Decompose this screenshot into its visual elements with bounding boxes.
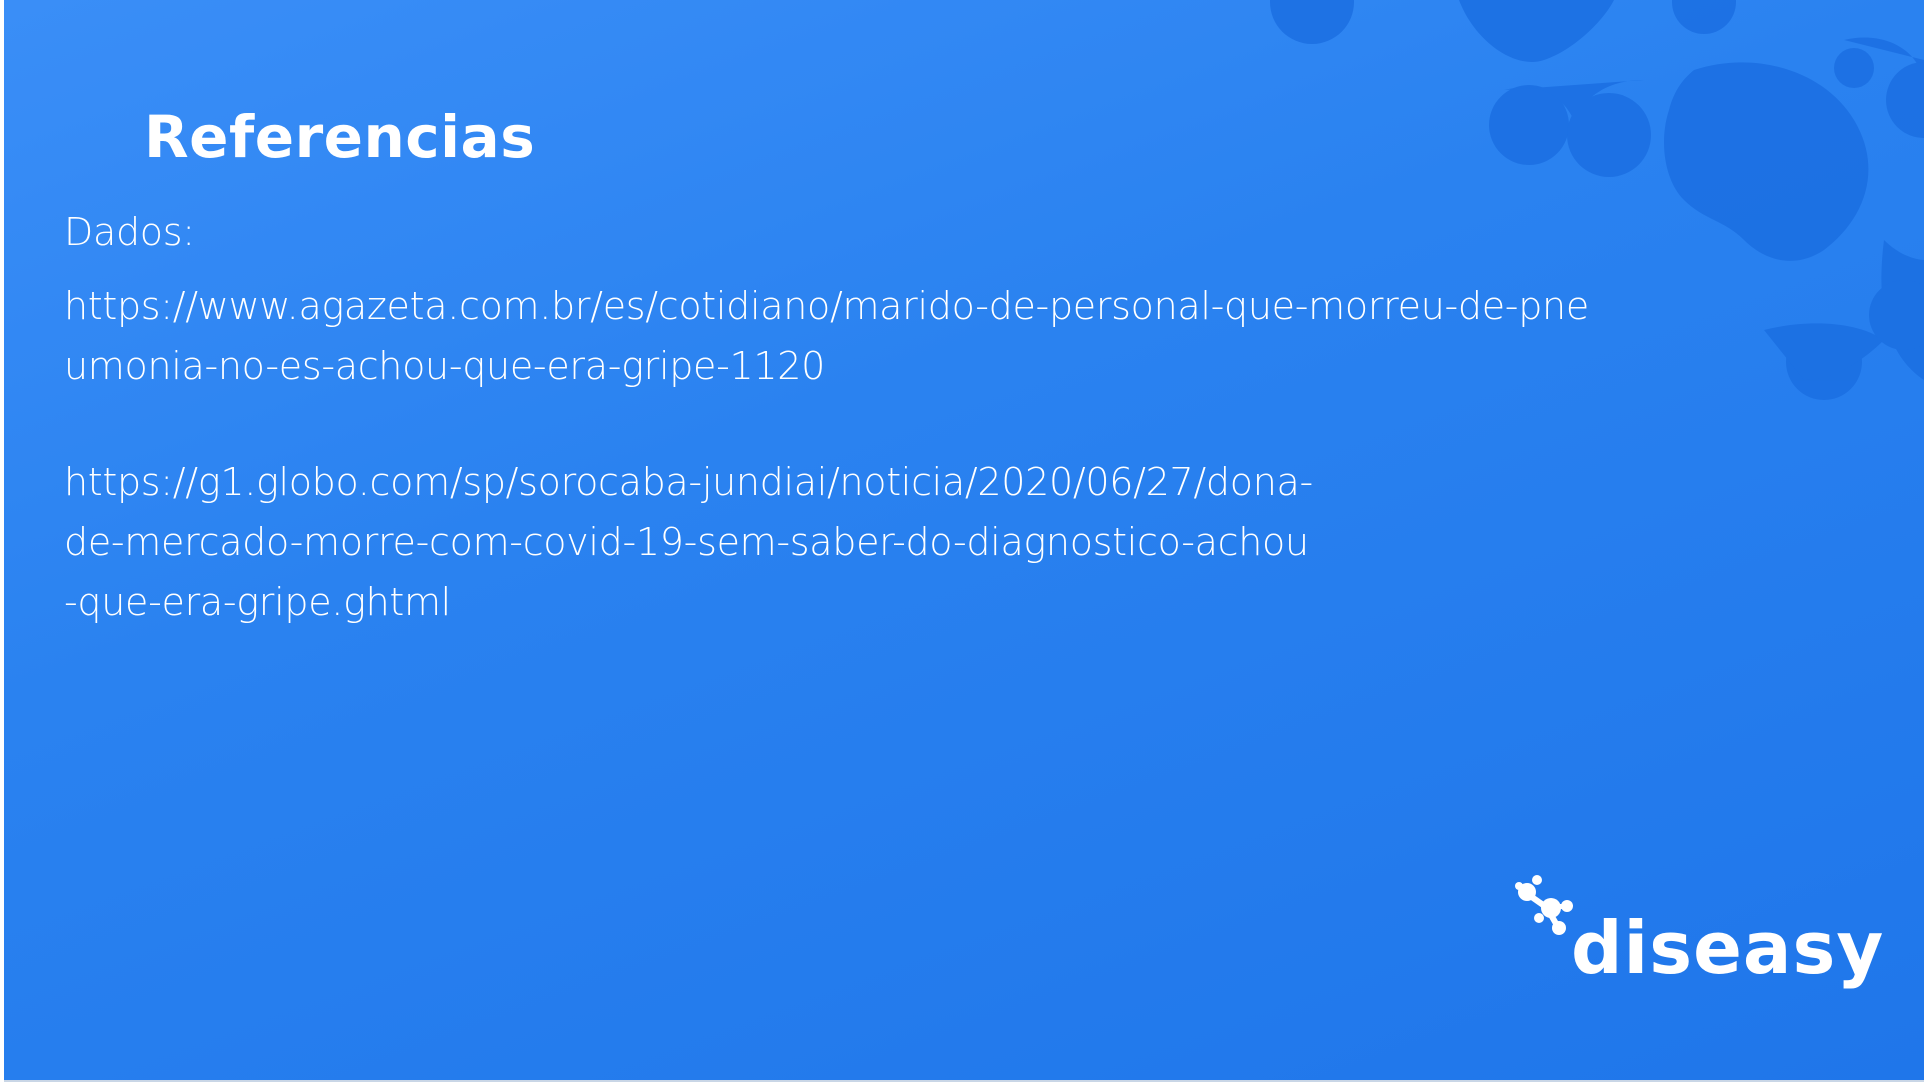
reference-line: de-mercado-morre-com-covid-19-sem-saber-… [64,520,1309,564]
page-title: Referencias [144,103,536,171]
data-label: Dados: [64,210,195,254]
logo-text: diseasy [1571,906,1885,990]
reference-line: https://www.agazeta.com.br/es/cotidiano/… [64,284,1589,328]
reference-line: umonia-no-es-achou-que-era-gripe-1120 [64,344,826,388]
slide: Referencias Dados: https://www.agazeta.c… [4,0,1924,1082]
diseasy-logo: diseasy [1509,870,1883,1020]
reference-link-g1[interactable]: https://g1.globo.com/sp/sorocaba-jundiai… [64,452,1514,632]
reference-link-agazeta[interactable]: https://www.agazeta.com.br/es/cotidiano/… [64,276,1714,396]
reference-line: -que-era-gripe.ghtml [64,580,451,624]
reference-line: https://g1.globo.com/sp/sorocaba-jundiai… [64,460,1313,504]
